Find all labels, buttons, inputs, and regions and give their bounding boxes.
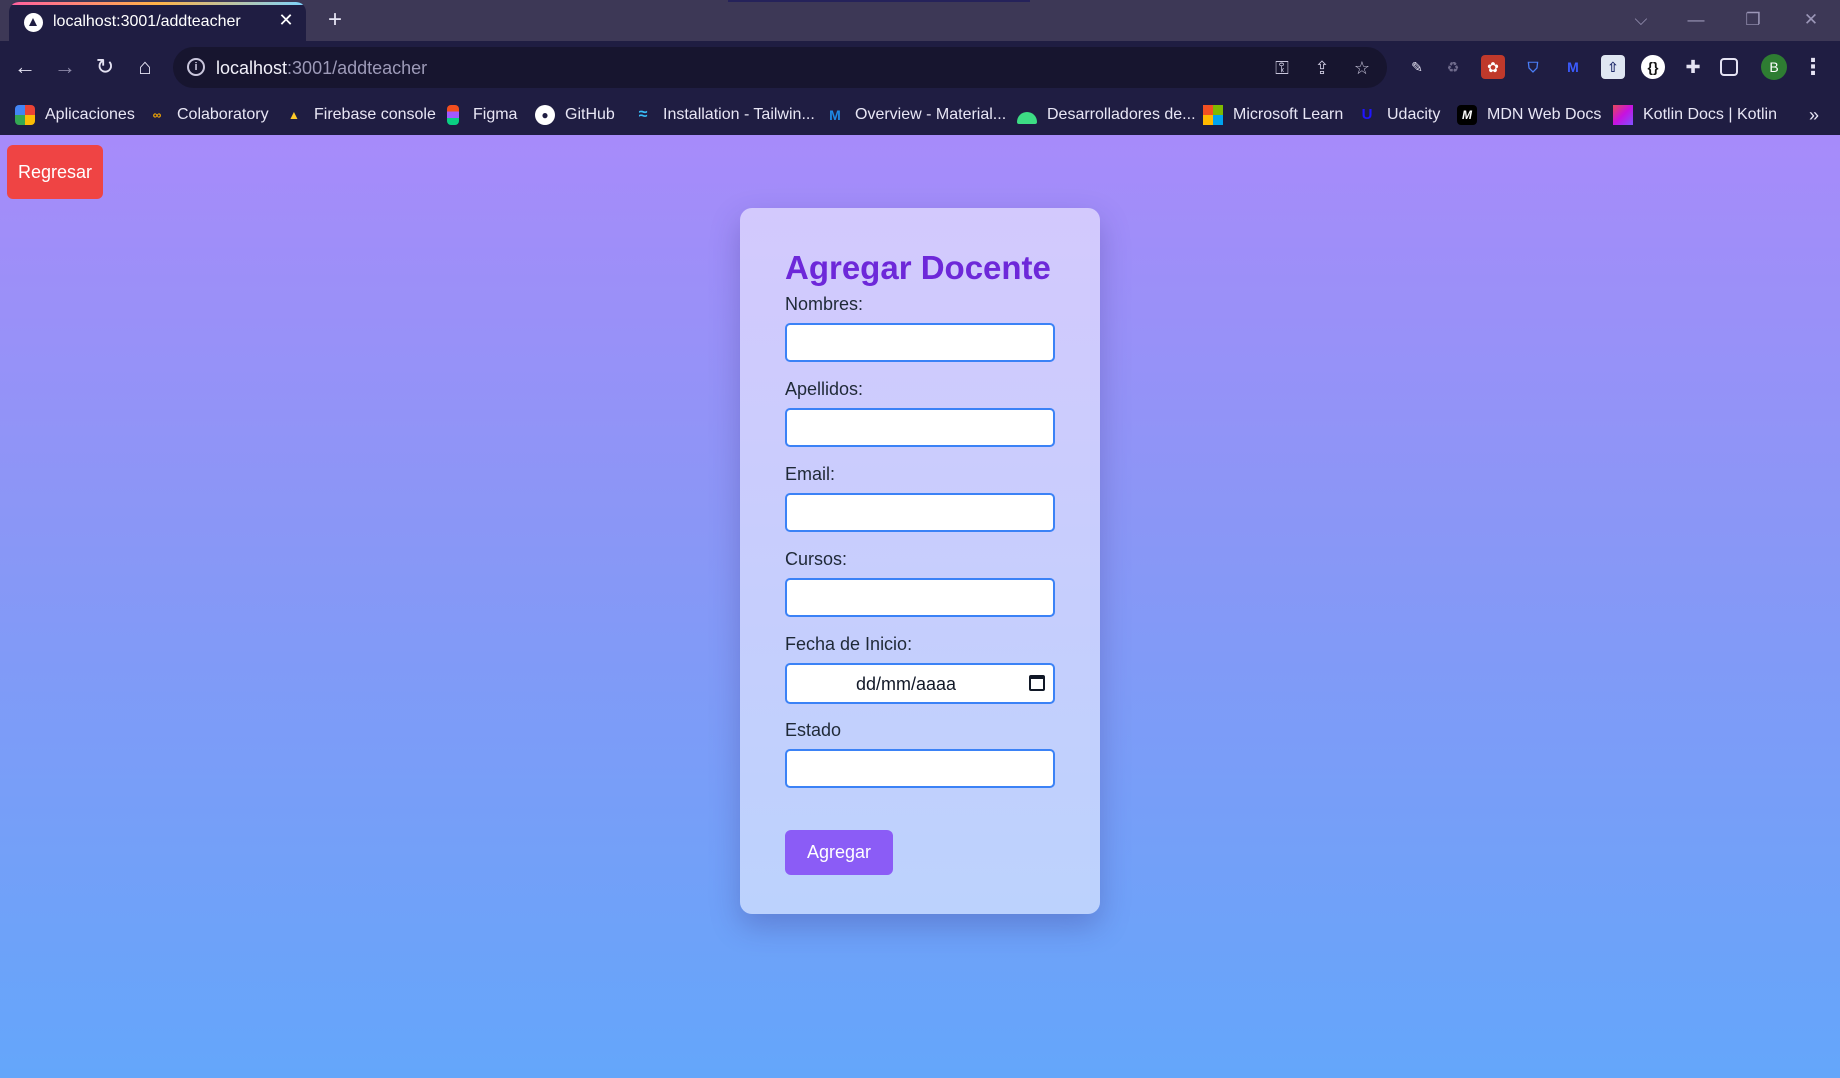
window-titlebar: localhost:3001/addteacher ✕ + ⌵ — ❐ ✕ — [0, 0, 1840, 41]
figma-icon — [447, 105, 459, 125]
bookmarks-overflow-icon[interactable]: » — [1802, 103, 1826, 127]
firebase-icon: ▲ — [288, 108, 300, 122]
fecha-inicio-input[interactable]: dd/mm/aaaa — [785, 663, 1055, 704]
back-arrow-icon[interactable]: ← — [10, 52, 40, 82]
red-extension-icon[interactable]: ✿ — [1481, 55, 1505, 79]
mdn-icon: M — [1457, 105, 1477, 125]
json-extension-icon[interactable]: {} — [1641, 55, 1665, 79]
tab-accent-bar — [9, 2, 306, 5]
home-icon[interactable]: ⌂ — [130, 52, 160, 82]
browser-tab-active[interactable]: localhost:3001/addteacher ✕ — [9, 2, 306, 41]
android-icon — [1017, 112, 1037, 124]
nextjs-favicon-icon — [24, 13, 43, 32]
bookmark-label: Udacity — [1387, 106, 1441, 123]
bookmark-tailwind[interactable]: ≈ Installation - Tailwin... — [633, 103, 815, 127]
minimize-icon[interactable]: — — [1681, 8, 1711, 32]
window-close-icon[interactable]: ✕ — [1796, 8, 1826, 32]
page-viewport: Regresar Agregar Docente Nombres: Apelli… — [0, 135, 1840, 1078]
apellidos-input[interactable] — [785, 408, 1055, 447]
cursos-input[interactable] — [785, 578, 1055, 617]
upload-extension-icon[interactable]: ⇧ — [1601, 55, 1625, 79]
tab-title: localhost:3001/addteacher — [53, 13, 241, 30]
github-icon: ● — [535, 105, 555, 125]
titlebar-strip — [728, 0, 1030, 2]
new-tab-icon[interactable]: + — [322, 7, 348, 33]
fecha-inicio-label: Fecha de Inicio: — [785, 634, 913, 654]
form-title: Agregar Docente — [785, 249, 1051, 286]
recycle-extension-icon[interactable]: ♻ — [1441, 55, 1465, 79]
date-placeholder: dd/mm/aaaa — [856, 674, 957, 694]
bookmark-android[interactable]: Desarrolladores de... — [1017, 103, 1196, 127]
tailwind-icon: ≈ — [638, 106, 648, 123]
bookmarks-bar: Aplicaciones ∞ Colaboratory ▲ Firebase c… — [0, 94, 1840, 135]
microsoft-icon — [1203, 105, 1223, 125]
bookmark-label: Aplicaciones — [45, 106, 135, 123]
tab-close-icon[interactable]: ✕ — [276, 10, 296, 30]
bookmark-label: Desarrolladores de... — [1047, 106, 1196, 123]
forward-arrow-icon[interactable]: → — [50, 52, 80, 82]
nombres-label: Nombres: — [785, 294, 864, 314]
extensions-puzzle-icon[interactable]: ✚ — [1681, 55, 1705, 79]
bookmark-github[interactable]: ● GitHub — [535, 103, 615, 127]
m-extension-icon[interactable]: M — [1561, 55, 1585, 79]
browser-menu-icon[interactable]: ⋮ — [1800, 54, 1826, 80]
apellidos-label: Apellidos: — [785, 379, 864, 399]
colab-icon: ∞ — [152, 108, 162, 122]
url-path: :3001/addteacher — [287, 58, 428, 78]
bookmark-label: Overview - Material... — [855, 106, 1007, 123]
apps-grid-icon — [15, 105, 35, 125]
password-key-icon[interactable]: ⚿ — [1270, 56, 1294, 80]
agregar-button[interactable]: Agregar — [785, 830, 893, 875]
bookmark-label: Installation - Tailwin... — [663, 106, 815, 123]
side-panel-icon[interactable] — [1720, 58, 1738, 76]
site-info-icon[interactable]: i — [187, 58, 205, 76]
share-icon[interactable]: ⇪ — [1310, 56, 1334, 80]
address-url[interactable]: localhost:3001/addteacher — [216, 58, 427, 79]
material-ui-icon: M — [829, 107, 841, 123]
bookmark-label: Microsoft Learn — [1233, 106, 1344, 123]
bookmark-aplicaciones[interactable]: Aplicaciones — [15, 103, 135, 127]
bookmark-figma[interactable]: Figma — [443, 103, 517, 127]
estado-input[interactable] — [785, 749, 1055, 788]
bookmark-label: MDN Web Docs — [1487, 106, 1602, 123]
bookmark-microsoft-learn[interactable]: Microsoft Learn — [1203, 103, 1343, 127]
bookmark-star-icon[interactable]: ☆ — [1350, 56, 1374, 80]
calendar-icon[interactable] — [1029, 675, 1045, 691]
bookmark-material-ui[interactable]: M Overview - Material... — [825, 103, 1006, 127]
address-bar[interactable]: i localhost:3001/addteacher ⚿ ⇪ ☆ — [173, 47, 1387, 88]
email-label: Email: — [785, 464, 836, 484]
bookmark-label: GitHub — [565, 106, 615, 123]
profile-avatar[interactable]: B — [1761, 54, 1787, 80]
bookmark-label: Firebase console — [314, 106, 436, 123]
bookmark-label: Kotlin Docs | Kotlin — [1643, 106, 1777, 123]
estado-label: Estado — [785, 720, 842, 740]
url-host: localhost — [216, 58, 288, 78]
pen-extension-icon[interactable]: ✎ — [1405, 55, 1429, 79]
bookmark-colaboratory[interactable]: ∞ Colaboratory — [147, 103, 269, 127]
nombres-input[interactable] — [785, 323, 1055, 362]
reload-icon[interactable]: ↻ — [90, 52, 120, 82]
email-input[interactable] — [785, 493, 1055, 532]
bookmark-udacity[interactable]: U Udacity — [1357, 103, 1441, 127]
browser-toolbar: ← → ↻ ⌂ i localhost:3001/addteacher ⚿ ⇪ … — [0, 41, 1840, 94]
bookmark-firebase[interactable]: ▲ Firebase console — [284, 103, 436, 127]
bookmark-kotlin[interactable]: Kotlin Docs | Kotlin — [1613, 103, 1777, 127]
tab-search-icon[interactable]: ⌵ — [1626, 8, 1656, 32]
bookmark-mdn[interactable]: M MDN Web Docs — [1457, 103, 1601, 127]
shield-extension-icon[interactable]: ⛉ — [1521, 55, 1545, 79]
bookmark-label: Colaboratory — [177, 106, 269, 123]
cursos-label: Cursos: — [785, 549, 848, 569]
regresar-button[interactable]: Regresar — [7, 145, 103, 199]
add-teacher-form: Agregar Docente Nombres: Apellidos: Emai… — [740, 208, 1100, 914]
restore-icon[interactable]: ❐ — [1738, 8, 1768, 32]
udacity-icon: U — [1361, 106, 1373, 123]
kotlin-icon — [1613, 105, 1633, 125]
bookmark-label: Figma — [473, 106, 518, 123]
